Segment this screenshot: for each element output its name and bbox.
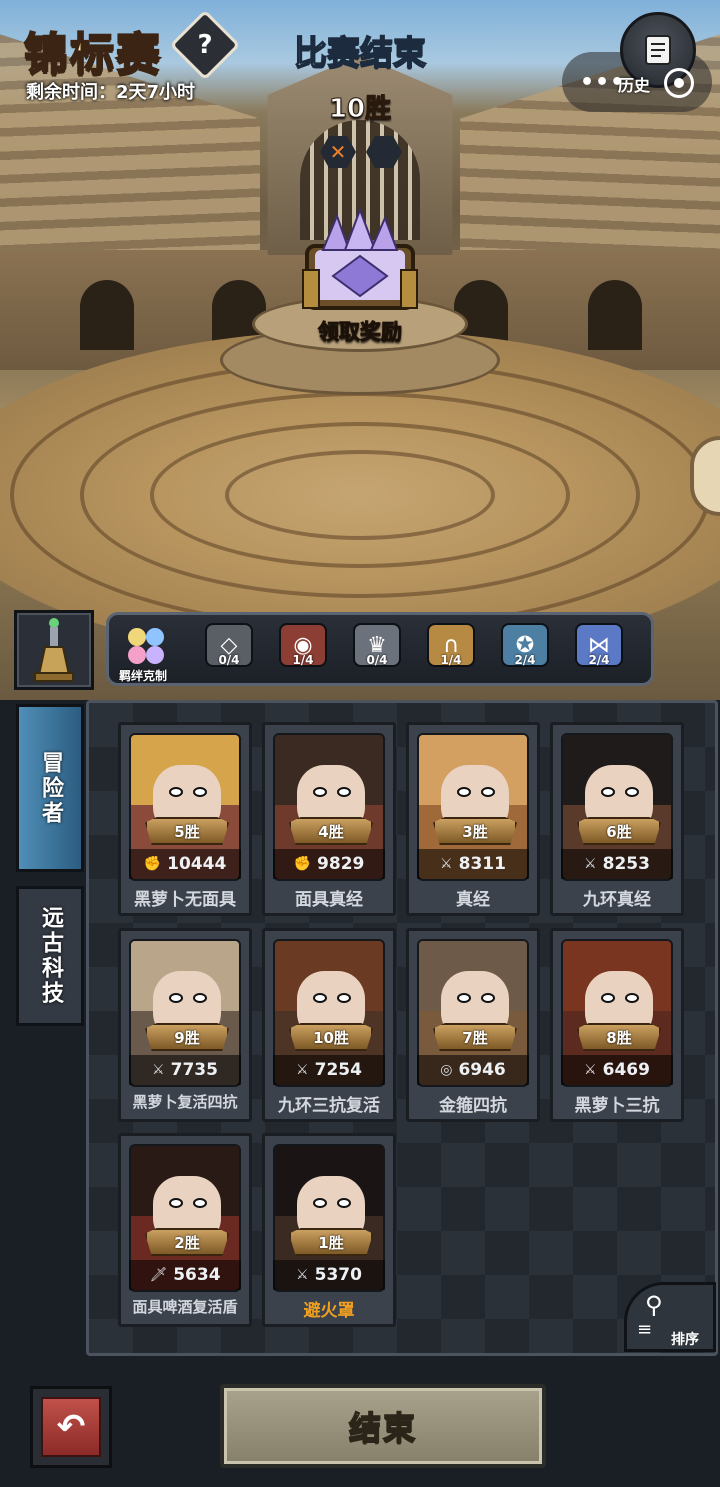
bond-flower-icon (128, 628, 164, 664)
hero-power: ⚔ 5370 (273, 1260, 385, 1290)
hero-power-value: 10444 (167, 854, 227, 874)
sword-icon: ⚔ (296, 1062, 309, 1078)
back-button[interactable]: ↶ (30, 1386, 112, 1468)
hero-power: 🗡 5634 (129, 1260, 241, 1290)
hero-power-value: 8253 (602, 854, 650, 874)
target-icon: ◎ (440, 1062, 453, 1078)
hero-name: 九环三抗复活 (278, 1096, 380, 1116)
reward-chest-icon[interactable] (293, 206, 427, 316)
synergy-item[interactable]: ◉ 1/4 (277, 623, 329, 667)
synergy-count: 2/4 (588, 653, 610, 667)
hero-power-value: 6469 (602, 1060, 650, 1080)
hero-name: 黑萝卜无面具 (134, 890, 236, 910)
hero-power-value: 6946 (458, 1060, 506, 1080)
hero-card[interactable]: 4胜 ✊ 9829 面具真经 (262, 722, 396, 916)
hero-name: 金箍四抗 (439, 1096, 507, 1116)
hero-power: ✊ 10444 (129, 849, 241, 879)
synergy-item[interactable]: ⋈ 2/4 (573, 623, 625, 667)
hero-power: ⚔ 7254 (273, 1055, 385, 1085)
hero-power-value: 5370 (314, 1265, 362, 1285)
hero-power-value: 7254 (314, 1060, 362, 1080)
hero-name: 面具啤酒复活盾 (132, 1298, 238, 1316)
sword-icon: ⚔ (440, 856, 453, 872)
hero-power: ◎ 6946 (417, 1055, 529, 1085)
sword-icon: ⚔ (584, 1062, 597, 1078)
hero-wins-badge: 2胜 (145, 1228, 229, 1256)
synergy-item[interactable]: ∩ 1/4 (425, 623, 477, 667)
hero-wins-badge: 3胜 (433, 817, 517, 845)
hero-name: 九环真经 (583, 890, 651, 910)
tab-ancient-tech[interactable]: 远古科技 (16, 886, 84, 1026)
synergy-count: 2/4 (514, 653, 536, 667)
sort-button[interactable]: ⚲ ≡ 排序 (624, 1282, 716, 1352)
sort-label: 排序 (671, 1332, 699, 1348)
empty-slot-icon (366, 136, 402, 168)
dagger-icon: 🗡 (149, 1267, 168, 1283)
hero-name: 黑萝卜复活四抗 (132, 1093, 238, 1111)
hero-power-value: 7735 (170, 1060, 218, 1080)
tab-label: 冒险者 (38, 750, 63, 826)
hero-card[interactable]: 8胜 ⚔ 6469 黑萝卜三抗 (550, 928, 684, 1122)
synergy-count: 1/4 (440, 653, 462, 667)
end-button[interactable]: 结束 (220, 1384, 546, 1468)
hero-name: 黑萝卜三抗 (574, 1096, 660, 1116)
synergy-item[interactable]: ♛ 0/4 (351, 623, 403, 667)
hero-card[interactable]: 5胜 ✊ 10444 黑萝卜无面具 (118, 722, 252, 916)
hero-card[interactable]: 7胜 ◎ 6946 金箍四抗 (406, 928, 540, 1122)
hero-wins-badge: 10胜 (289, 1023, 373, 1051)
x-mark-icon: ✕ (320, 136, 356, 168)
hero-wins-badge: 5胜 (145, 817, 229, 845)
bond-counter-label: 羁绊克制 (119, 669, 168, 683)
synergy-count: 0/4 (366, 653, 388, 667)
end-label: 结束 (348, 1408, 417, 1448)
hero-power: ⚔ 8311 (417, 849, 529, 879)
hero-wins-badge: 1胜 (289, 1228, 373, 1256)
hero-wins-badge: 7胜 (433, 1023, 517, 1051)
hero-wins-badge: 6胜 (577, 817, 661, 845)
claim-reward-label[interactable]: 领取奖励 (0, 316, 720, 346)
hero-name: 避火罩 (303, 1301, 355, 1321)
synergy-item[interactable]: ✪ 2/4 (499, 623, 551, 667)
scroll-icon (645, 35, 671, 65)
fist-icon: ✊ (143, 856, 162, 872)
hero-card[interactable]: 6胜 ⚔ 8253 九环真经 (550, 722, 684, 916)
more-icon[interactable]: ••• (580, 70, 625, 95)
list-icon: ≡ (637, 1319, 653, 1340)
synergy-bar: 羁绊克制 ◇ 0/4 ◉ 1/4 ♛ 0/4 ∩ 1/4 ✪ 2/4 ⋈ 2/4 (106, 612, 654, 686)
hero-card[interactable]: 1胜 ⚔ 5370 避火罩 (262, 1133, 396, 1327)
hero-wins-badge: 9胜 (145, 1023, 229, 1051)
sword-icon: ⚔ (296, 1267, 309, 1283)
bond-counter-button[interactable] (121, 623, 173, 671)
tower-icon (34, 618, 74, 682)
match-results: ✕ (320, 136, 402, 168)
hero-power: ⚔ 8253 (561, 849, 673, 879)
hero-power-value: 9829 (317, 854, 365, 874)
tab-adventurer[interactable]: 冒险者 (16, 704, 84, 872)
hero-name: 面具真经 (295, 890, 363, 910)
synergy-count: 1/4 (292, 653, 314, 667)
back-arrow-icon: ↶ (41, 1397, 101, 1457)
close-miniapp-icon[interactable] (664, 68, 694, 98)
hero-power-value: 8311 (458, 854, 506, 874)
hero-card[interactable]: 9胜 ⚔ 7735 黑萝卜复活四抗 (118, 928, 252, 1122)
hero-wins-badge: 8胜 (577, 1023, 661, 1051)
fist-icon: ✊ (293, 856, 312, 872)
hero-name: 真经 (456, 890, 490, 910)
floor-ring (225, 450, 495, 540)
hero-card[interactable]: 3胜 ⚔ 8311 真经 (406, 722, 540, 916)
tower-button[interactable] (14, 610, 94, 690)
tab-label: 远古科技 (38, 906, 63, 1006)
hero-power-value: 5634 (173, 1265, 221, 1285)
synergy-item[interactable]: ◇ 0/4 (203, 623, 255, 667)
sword-icon: ⚔ (152, 1062, 165, 1078)
hero-power: ⚔ 7735 (129, 1055, 241, 1085)
magnifier-icon: ⚲ (645, 1291, 663, 1319)
sword-icon: ⚔ (584, 856, 597, 872)
hero-card[interactable]: 2胜 🗡 5634 面具啤酒复活盾 (118, 1133, 252, 1327)
hero-wins-badge: 4胜 (289, 817, 373, 845)
hero-card[interactable]: 10胜 ⚔ 7254 九环三抗复活 (262, 928, 396, 1122)
hero-power: ✊ 9829 (273, 849, 385, 879)
synergy-count: 0/4 (218, 653, 240, 667)
hero-power: ⚔ 6469 (561, 1055, 673, 1085)
